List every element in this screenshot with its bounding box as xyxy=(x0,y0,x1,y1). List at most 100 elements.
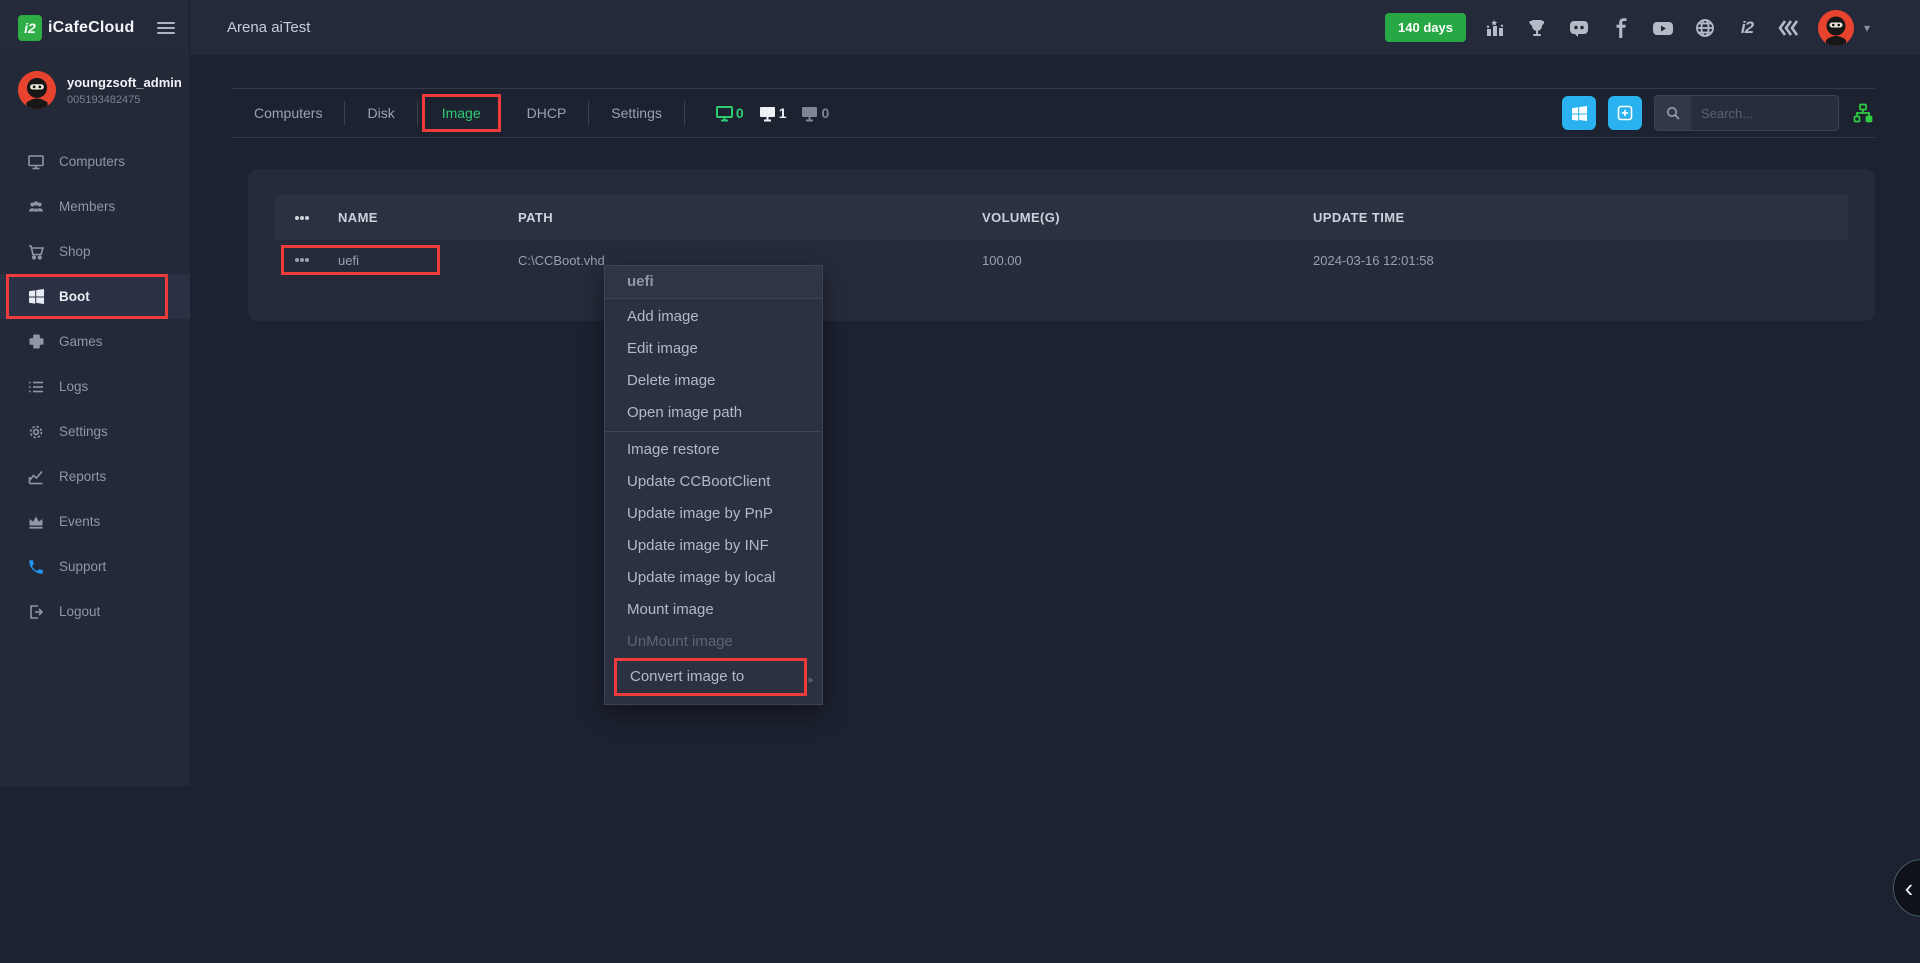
sidebar-item-label: Settings xyxy=(59,424,108,439)
annotation-box-convert-image: Convert image to xyxy=(614,658,807,696)
toolbar-right xyxy=(1562,95,1875,131)
members-icon xyxy=(27,198,45,216)
busy-count: 1 xyxy=(779,105,787,121)
page-title: Arena aiTest xyxy=(227,19,310,36)
user-avatar[interactable] xyxy=(1818,10,1854,46)
menu-item-delete-image[interactable]: Delete image xyxy=(605,365,822,397)
col-header-path: PATH xyxy=(518,210,982,225)
windows-boot-button[interactable] xyxy=(1562,96,1596,130)
online-counter[interactable]: 0 xyxy=(715,105,744,122)
tab-image[interactable]: Image xyxy=(422,94,501,132)
tab-disk[interactable]: Disk xyxy=(345,105,416,121)
sidebar-item-label: Support xyxy=(59,559,106,574)
col-header-update-time: UPDATE TIME xyxy=(1313,210,1848,225)
sidebar-item-events[interactable]: Events xyxy=(0,499,190,544)
cell-volume: 100.00 xyxy=(982,253,1313,268)
annotation-box-image-tab: Image xyxy=(422,94,501,132)
search-icon[interactable] xyxy=(1655,96,1691,130)
sidebar-item-shop[interactable]: Shop xyxy=(0,229,190,274)
user-id: 005193482475 xyxy=(67,94,182,106)
globe-icon[interactable] xyxy=(1692,15,1718,41)
icafecloud-icon[interactable]: i2 xyxy=(1734,15,1760,41)
menu-item-update-image-by-local[interactable]: Update image by local xyxy=(605,562,822,594)
gear-icon xyxy=(27,423,45,441)
topbar-brand-zone: i2 iCafeCloud xyxy=(0,0,190,55)
windows-icon xyxy=(27,288,45,306)
menu-toggle-icon[interactable] xyxy=(157,19,175,37)
sidebar-item-reports[interactable]: Reports xyxy=(0,454,190,499)
chevron-down-icon[interactable]: ▾ xyxy=(1864,21,1870,35)
facebook-icon[interactable] xyxy=(1608,15,1634,41)
sidebar-item-label: Shop xyxy=(59,244,91,259)
logout-icon xyxy=(27,603,45,621)
offline-count: 0 xyxy=(821,105,829,121)
menu-item-unmount-image: UnMount image xyxy=(605,626,822,658)
sidebar-item-boot[interactable]: Boot xyxy=(0,274,190,319)
search-box xyxy=(1654,95,1839,131)
busy-counter[interactable]: 1 xyxy=(758,105,787,122)
sidebar: youngzsoft_admin 005193482475 Computers … xyxy=(0,55,190,786)
cell-update-time: 2024-03-16 12:01:58 xyxy=(1313,253,1848,268)
discord-icon[interactable] xyxy=(1566,15,1592,41)
tab-divider xyxy=(684,101,685,125)
menu-item-edit-image[interactable]: Edit image xyxy=(605,333,822,365)
sidebar-item-label: Events xyxy=(59,514,100,529)
icafecloud-logo-icon: i2 xyxy=(18,15,42,41)
logs-icon xyxy=(27,378,45,396)
menu-item-update-image-by-inf[interactable]: Update image by INF xyxy=(605,530,822,562)
sidebar-item-logs[interactable]: Logs xyxy=(0,364,190,409)
topbar-actions: 140 days i2 xyxy=(1385,10,1920,46)
chart-icon xyxy=(27,468,45,486)
network-topology-icon[interactable] xyxy=(1851,101,1875,125)
sidebar-item-members[interactable]: Members xyxy=(0,184,190,229)
add-image-button[interactable] xyxy=(1608,96,1642,130)
sidebar-item-label: Boot xyxy=(59,289,90,304)
menu-item-update-image-by-pnp[interactable]: Update image by PnP xyxy=(605,498,822,530)
sidebar-item-support[interactable]: Support xyxy=(0,544,190,589)
sidebar-nav: Computers Members Shop Boot Games Lo xyxy=(0,139,190,634)
tabbar: Computers Disk Image DHCP Settings 0 1 xyxy=(232,88,1875,138)
image-context-menu: uefi Add image Edit image Delete image O… xyxy=(604,265,823,705)
icafecloud-app: i2 iCafeCloud Arena aiTest 140 days xyxy=(0,0,1920,963)
youtube-icon[interactable] xyxy=(1650,15,1676,41)
menu-item-convert-image-to[interactable]: Convert image to xyxy=(617,661,804,693)
profile-block[interactable]: youngzsoft_admin 005193482475 xyxy=(0,55,190,119)
pc-status-counters: 0 1 0 xyxy=(715,105,829,122)
tab-dhcp[interactable]: DHCP xyxy=(505,105,589,121)
sidebar-item-label: Computers xyxy=(59,154,125,169)
trophy-icon[interactable] xyxy=(1524,15,1550,41)
sidebar-item-label: Games xyxy=(59,334,103,349)
license-days-badge[interactable]: 140 days xyxy=(1385,13,1466,42)
tab-image-label: Image xyxy=(442,105,481,121)
username: youngzsoft_admin xyxy=(67,75,182,90)
menu-item-open-image-path[interactable]: Open image path xyxy=(605,397,822,429)
tab-settings[interactable]: Settings xyxy=(589,105,684,121)
sidebar-item-games[interactable]: Games xyxy=(0,319,190,364)
row-actions-icon[interactable] xyxy=(295,258,309,262)
chevron-left-icon: ‹ xyxy=(1905,873,1914,904)
main-content: Computers Disk Image DHCP Settings 0 1 xyxy=(190,55,1920,963)
sidebar-item-computers[interactable]: Computers xyxy=(0,139,190,184)
ranking-icon[interactable] xyxy=(1482,15,1508,41)
sidebar-item-label: Logout xyxy=(59,604,100,619)
layers-icon[interactable] xyxy=(1776,15,1802,41)
monitor-icon xyxy=(27,153,45,171)
tab-computers[interactable]: Computers xyxy=(232,105,344,121)
table-row[interactable]: uefi C:\CCBoot.vhd 100.00 2024-03-16 12:… xyxy=(275,240,1848,280)
cart-icon xyxy=(27,243,45,261)
col-header-volume: VOLUME(G) xyxy=(982,210,1313,225)
sidebar-avatar xyxy=(18,71,56,109)
menu-item-update-ccbootclient[interactable]: Update CCBootClient xyxy=(605,466,822,498)
sidebar-item-logout[interactable]: Logout xyxy=(0,589,190,634)
brand-name: iCafeCloud xyxy=(48,19,134,37)
menu-item-image-restore[interactable]: Image restore xyxy=(605,434,822,466)
search-input[interactable] xyxy=(1691,106,1839,121)
row-actions-icon[interactable] xyxy=(295,216,309,220)
menu-item-add-image[interactable]: Add image xyxy=(605,301,822,333)
crown-icon xyxy=(27,513,45,531)
sidebar-item-settings[interactable]: Settings xyxy=(0,409,190,454)
offline-counter[interactable]: 0 xyxy=(800,105,829,122)
topbar: i2 iCafeCloud Arena aiTest 140 days xyxy=(0,0,1920,55)
menu-item-mount-image[interactable]: Mount image xyxy=(605,594,822,626)
col-header-name: NAME xyxy=(338,210,518,225)
